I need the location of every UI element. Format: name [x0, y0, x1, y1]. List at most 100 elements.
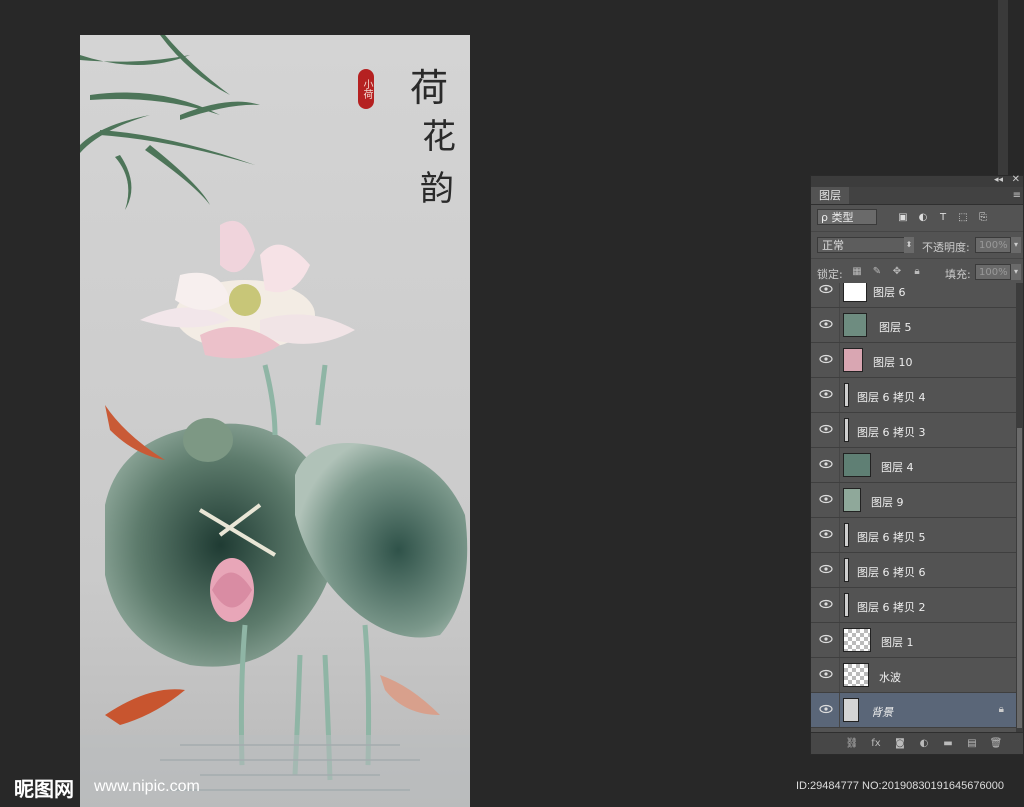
layer-row[interactable]: 图层 6 拷贝 3 [811, 413, 1016, 448]
lock-row: 锁定: ▦ ✎ ✥ 🔒︎ 填充: 100% ▾ [811, 259, 1023, 286]
panel-header: ◂◂ ✕ [811, 174, 1023, 187]
filter-icons: ▣ ◐ T ⬚ ⎘ [897, 211, 989, 223]
new-group-icon[interactable]: ▬ [941, 737, 955, 750]
delete-layer-icon[interactable]: 🗑︎ [989, 737, 1003, 750]
opacity-dropdown-icon[interactable]: ▾ [1011, 237, 1021, 253]
layer-thumbnail [843, 628, 871, 652]
layers-scrollbar[interactable] [1016, 283, 1023, 733]
blend-row: 正常 ⬍ 不透明度: 100% ▾ [811, 232, 1023, 259]
visibility-eye-icon[interactable] [819, 529, 833, 539]
smart-object-filter-icon[interactable]: ⎘ [977, 211, 989, 223]
layer-row[interactable]: 图层 4 [811, 448, 1016, 483]
visibility-eye-icon[interactable] [819, 599, 833, 609]
lock-pixels-icon[interactable]: ✎ [871, 266, 883, 278]
layer-name: 图层 6 拷贝 4 [857, 391, 926, 404]
visibility-eye-icon[interactable] [819, 354, 833, 364]
layer-thumbnail [843, 313, 867, 337]
layer-row[interactable]: 图层 6 拷贝 5 [811, 518, 1016, 553]
visibility-eye-icon[interactable] [819, 634, 833, 644]
new-layer-icon[interactable]: ▤ [965, 737, 979, 750]
layer-name: 图层 1 [881, 636, 914, 649]
layer-name: 背景 [871, 706, 893, 719]
visibility-eye-icon[interactable] [819, 494, 833, 504]
layer-thumbnail [844, 593, 849, 617]
layer-row[interactable]: 水波 [811, 658, 1016, 693]
layer-thumbnail [844, 418, 849, 442]
layer-name: 图层 6 拷贝 6 [857, 566, 926, 579]
visibility-eye-icon[interactable] [819, 704, 833, 714]
adjustment-layer-icon[interactable]: ◐ [917, 737, 931, 750]
layer-thumbnail [844, 383, 849, 407]
layer-row[interactable]: 图层 1 [811, 623, 1016, 658]
visibility-eye-icon[interactable] [819, 319, 833, 329]
opacity-label: 不透明度: [922, 241, 970, 254]
layer-row[interactable]: 图层 6 [811, 283, 1016, 308]
fill-dropdown-icon[interactable]: ▾ [1011, 264, 1021, 280]
shape-filter-icon[interactable]: ⬚ [957, 211, 969, 223]
adjustment-filter-icon[interactable]: ◐ [917, 211, 929, 223]
layer-name: 图层 5 [879, 321, 912, 334]
layer-name: 图层 6 拷贝 2 [857, 601, 926, 614]
image-id-line: ID:29484777 NO:20190830191645676000 [796, 780, 1004, 792]
layer-row[interactable]: 图层 6 拷贝 2 [811, 588, 1016, 623]
layer-thumbnail [843, 453, 871, 477]
artwork-title-char-3: 韵 [420, 169, 454, 209]
panel-tab-row: 图层 ≡ [811, 187, 1023, 205]
watermark-url: www.nipic.com [94, 778, 200, 795]
document-canvas[interactable]: 小荷 荷 花 韵 [80, 35, 470, 807]
layers-panel: ◂◂ ✕ 图层 ≡ ρ 类型 ▣ ◐ T ⬚ ⎘ 正常 ⬍ 不透明度: 100%… [810, 174, 1024, 755]
fill-label: 填充: [945, 268, 971, 281]
lock-position-icon[interactable]: ✥ [891, 266, 903, 278]
artwork-title: 荷 花 韵 [410, 57, 470, 217]
layer-style-fx-icon[interactable]: fx [869, 737, 883, 750]
fill-input[interactable]: 100% [975, 264, 1011, 280]
lock-transparent-icon[interactable]: ▦ [851, 266, 863, 278]
layer-filter-row: ρ 类型 ▣ ◐ T ⬚ ⎘ [811, 205, 1023, 232]
lock-icons: ▦ ✎ ✥ 🔒︎ [851, 266, 923, 278]
layers-list: 图层 6 图层 5 图层 10 图层 6 拷贝 4 图层 6 拷贝 3 图层 4… [811, 283, 1016, 733]
layer-row[interactable]: 图层 5 [811, 308, 1016, 343]
tab-layers[interactable]: 图层 [811, 187, 849, 204]
layer-name: 图层 4 [881, 461, 914, 474]
collapse-panel-icon[interactable]: ◂◂ [994, 175, 1003, 185]
layer-thumbnail [843, 698, 859, 722]
layer-thumbnail [844, 523, 849, 547]
layers-scrollbar-thumb[interactable] [1017, 428, 1022, 728]
layer-row[interactable]: 图层 6 拷贝 6 [811, 553, 1016, 588]
layer-actions: ⛓ fx ◙ ◐ ▬ ▤ 🗑︎ [845, 737, 1003, 750]
layer-name: 图层 6 [873, 286, 906, 299]
layer-row-selected[interactable]: 背景 🔒︎ [811, 693, 1016, 728]
watermark-logo: 昵图网 [14, 777, 74, 801]
artwork-seal: 小荷 [358, 69, 374, 109]
pixel-filter-icon[interactable]: ▣ [897, 211, 909, 223]
type-filter-icon[interactable]: T [937, 211, 949, 223]
layer-thumbnail [844, 558, 849, 582]
artwork-title-char-1: 荷 [410, 66, 449, 110]
layer-row[interactable]: 图层 9 [811, 483, 1016, 518]
layer-row[interactable]: 图层 6 拷贝 4 [811, 378, 1016, 413]
panel-menu-icon[interactable]: ≡ [1013, 187, 1021, 204]
visibility-eye-icon[interactable] [819, 424, 833, 434]
link-layers-icon[interactable]: ⛓ [845, 737, 859, 750]
lock-all-icon[interactable]: 🔒︎ [911, 266, 923, 278]
layer-name: 图层 10 [873, 356, 913, 369]
opacity-input[interactable]: 100% [975, 237, 1011, 253]
blend-dropdown-icon[interactable]: ⬍ [904, 237, 914, 253]
visibility-eye-icon[interactable] [819, 284, 833, 294]
layer-row[interactable]: 图层 10 [811, 343, 1016, 378]
visibility-eye-icon[interactable] [819, 389, 833, 399]
artwork-title-char-2: 花 [422, 117, 456, 157]
workspace-scrollbar[interactable] [998, 0, 1008, 180]
visibility-eye-icon[interactable] [819, 564, 833, 574]
close-icon[interactable]: ✕ [1012, 174, 1020, 185]
visibility-eye-icon[interactable] [819, 459, 833, 469]
layer-lock-icon: 🔒︎ [998, 704, 1004, 715]
blend-mode-select[interactable]: 正常 [817, 237, 914, 253]
layer-thumbnail [843, 348, 863, 372]
layer-name: 图层 6 拷贝 3 [857, 426, 926, 439]
visibility-eye-icon[interactable] [819, 669, 833, 679]
add-mask-icon[interactable]: ◙ [893, 737, 907, 750]
lock-label: 锁定: [817, 268, 843, 281]
layers-bottom-bar: ⛓ fx ◙ ◐ ▬ ▤ 🗑︎ [811, 732, 1023, 754]
filter-kind-select[interactable]: ρ 类型 [817, 209, 877, 225]
